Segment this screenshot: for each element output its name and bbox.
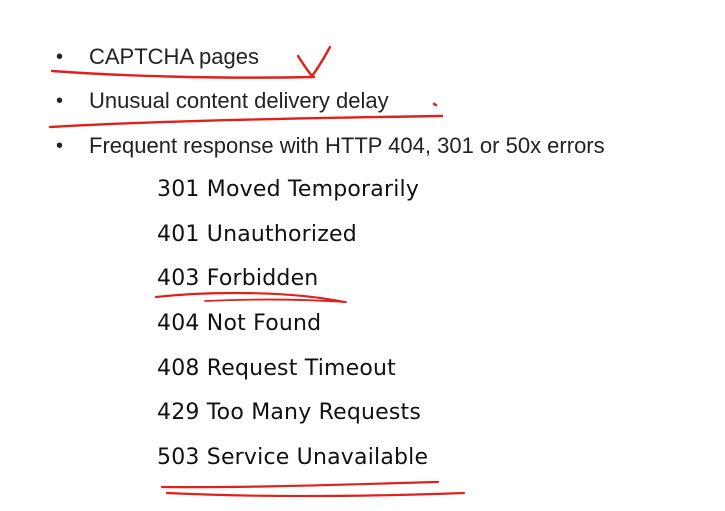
status-code-301: 301 Moved Temporarily [157, 177, 420, 202]
status-code-429: 429 Too Many Requests [157, 400, 422, 425]
status-code-503: 503 Service Unavailable [157, 445, 429, 470]
underline-stroke-503-top [160, 480, 440, 489]
bullet-marker: • [56, 46, 64, 68]
underline-stroke-delay [48, 114, 444, 129]
underline-stroke-forbidden [154, 291, 346, 304]
slide: • CAPTCHA pages • Unusual content delive… [0, 0, 725, 511]
status-code-404: 404 Not Found [157, 311, 322, 336]
bullet-marker: • [56, 135, 64, 157]
bullet-item-delay: • Unusual content delivery delay [0, 86, 725, 116]
bullet-text: Unusual content delivery delay [89, 88, 389, 113]
bullet-marker: • [56, 90, 64, 112]
bullet-item-http-errors: • Frequent response with HTTP 404, 301 o… [0, 131, 725, 161]
bullet-text: CAPTCHA pages [89, 44, 259, 69]
pen-annotations [48, 45, 466, 498]
status-code-401: 401 Unauthorized [157, 222, 357, 247]
status-code-403: 403 Forbidden [157, 266, 319, 291]
underline-stroke-forbidden-tail [204, 298, 347, 303]
underline-stroke-503-bottom [165, 491, 466, 498]
status-code-408: 408 Request Timeout [157, 356, 397, 381]
bullet-item-captcha: • CAPTCHA pages [0, 42, 725, 72]
bullet-text: Frequent response with HTTP 404, 301 or … [89, 133, 605, 158]
